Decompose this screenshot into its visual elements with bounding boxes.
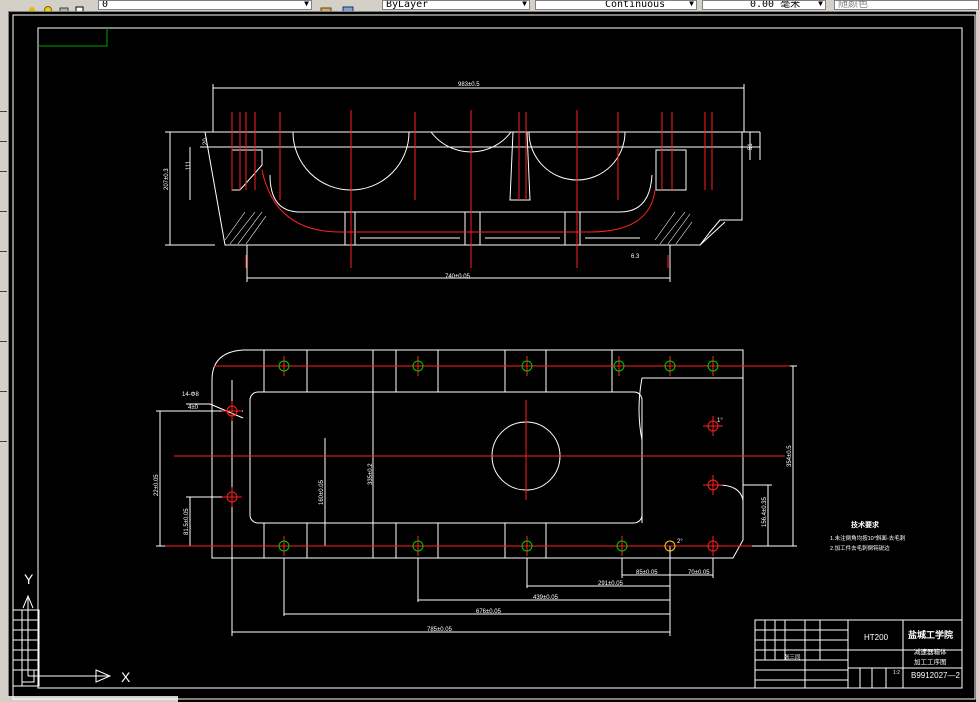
corner-mark	[38, 28, 108, 47]
dim-top-right: 51	[748, 143, 754, 150]
dim-bottom-3: 291±0.05	[598, 581, 624, 587]
part-name: 减速器箱体	[914, 647, 947, 656]
dim-bottom-2: 85±0.05	[636, 570, 658, 576]
designer: 张三同	[784, 653, 801, 661]
dim-small: 111	[186, 160, 192, 170]
front-view-text: 983±0.5 740±0.05 207±0.3 111 20 51 6.3	[164, 82, 754, 280]
ucs-labels: Y X	[24, 571, 131, 685]
dim-top-left: 20	[203, 138, 209, 145]
chamfer-sub: 4±0	[188, 405, 199, 411]
material: HT200	[864, 633, 889, 642]
revision-table	[12, 609, 40, 687]
front-center-lines	[231, 110, 713, 268]
scale: 1:2	[893, 670, 900, 676]
notes-title: 技术要求	[851, 520, 880, 529]
dim-bottom-4: 439±0.05	[533, 595, 559, 601]
dim-right-outer: 354±0.5	[787, 445, 793, 467]
drawing-frame	[37, 27, 963, 689]
dim-top: 983±0.5	[458, 82, 480, 88]
dim-left-outer: 22±0.05	[154, 474, 160, 496]
hole-label-2: 2°	[677, 539, 683, 545]
process-card: 加工工序图	[914, 657, 947, 666]
dim-left-inner: 81.5±0.05	[184, 508, 190, 535]
dim-inner-1: 160±0.05	[319, 479, 325, 505]
ucs-icon	[21, 594, 112, 683]
drawing-number: B9912027—2	[911, 671, 960, 680]
dim-bottom-1: 70±0.05	[688, 570, 710, 576]
dim-height: 207±0.3	[164, 168, 170, 190]
front-view	[165, 84, 761, 282]
drawing-canvas[interactable]: 983±0.5 740±0.05 207±0.3 111 20 51 6.3 1…	[0, 0, 979, 702]
chamfer-label: 14-Φ8	[182, 392, 199, 398]
roughness-value: 6.3	[631, 254, 640, 260]
plan-center-lines	[165, 356, 790, 556]
technical-notes: 技术要求 1.未注倒角均按10°斜面-去毛刺 2.加工件去毛刺倒钝锐边	[830, 520, 906, 552]
dim-bottom: 740±0.05	[445, 274, 471, 280]
note-line-1: 1.未注倒角均按10°斜面-去毛刺	[830, 534, 906, 542]
dim-bottom-5: 676±0.05	[476, 609, 502, 615]
hole-label-1: 1°	[717, 418, 723, 424]
plan-view	[156, 349, 797, 636]
school-name: 盐城工学院	[908, 629, 953, 640]
dim-inner-2: 335±0.2	[368, 463, 374, 485]
dim-bottom-6: 785±0.05	[427, 627, 453, 633]
ucs-x-label: X	[121, 669, 131, 685]
dim-right-inner: 156.4±0.35	[762, 496, 768, 527]
outer-border	[12, 14, 976, 700]
note-line-2: 2.加工件去毛刺倒钝锐边	[830, 544, 890, 552]
ucs-y-label: Y	[24, 571, 34, 587]
